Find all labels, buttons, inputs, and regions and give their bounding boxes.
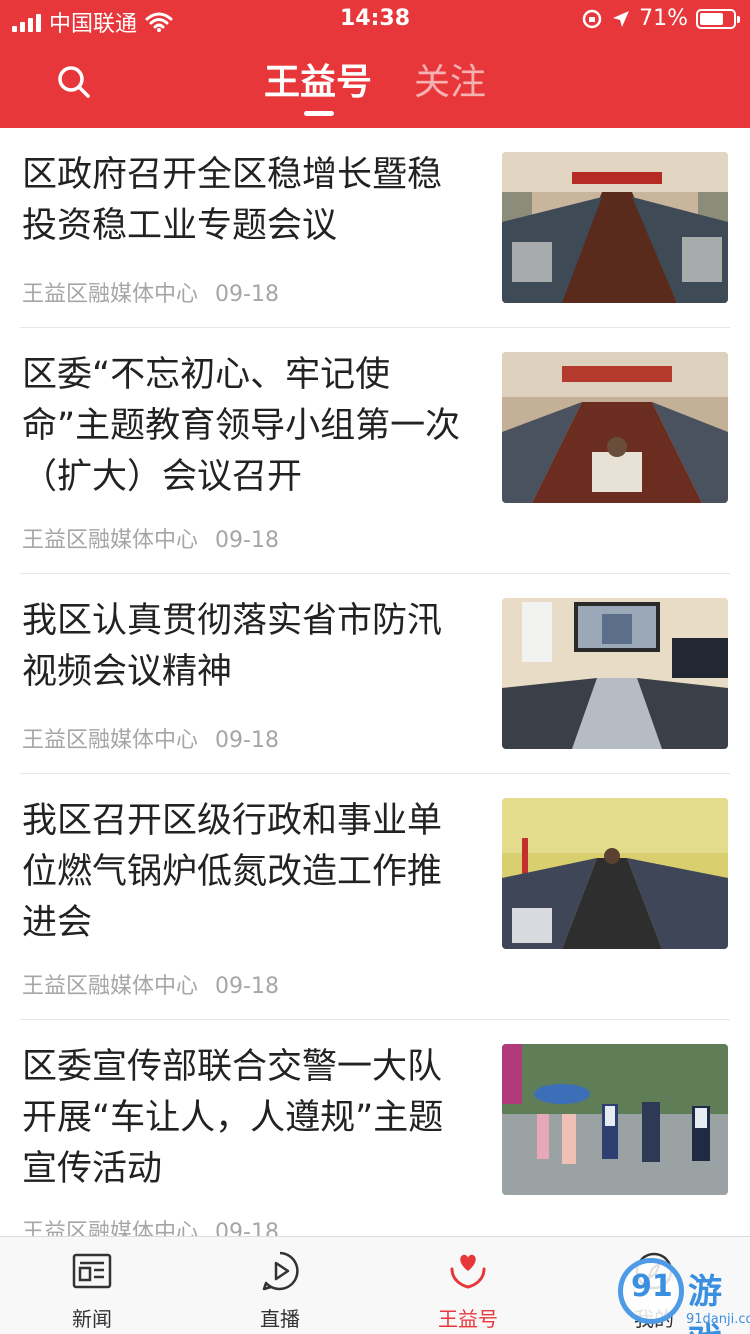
news-meta: 王益区融媒体中心 09-18 bbox=[22, 276, 279, 308]
battery-fill bbox=[700, 12, 723, 25]
news-title[interactable]: 区委“不忘初心、牢记使命”主题教育领导小组第一次（扩大）会议召开 bbox=[22, 350, 472, 503]
news-source: 王益区融媒体中心 bbox=[22, 974, 199, 999]
battery-icon bbox=[696, 8, 740, 29]
tab-wangyihao[interactable]: 王益号 bbox=[264, 58, 372, 108]
rotation-lock-icon bbox=[582, 9, 602, 28]
site-watermark: 91 游戏 91danji.com bbox=[608, 1250, 750, 1334]
nav-news[interactable]: 新闻 bbox=[32, 1249, 152, 1332]
news-item[interactable]: 我区认真贯彻落实省市防汛视频会议精神 王益区融媒体中心 09-18 bbox=[20, 574, 730, 774]
news-date: 09-18 bbox=[215, 728, 279, 753]
news-date: 09-18 bbox=[215, 282, 279, 307]
location-arrow-icon bbox=[613, 10, 630, 27]
watermark-sub: 91danji.com bbox=[686, 1312, 750, 1327]
news-thumbnail[interactable] bbox=[502, 598, 728, 749]
heart-hands-icon bbox=[450, 1254, 486, 1289]
news-meta: 王益区融媒体中心 09-18 bbox=[22, 968, 279, 1000]
status-right: 71% bbox=[581, 6, 740, 31]
news-source: 王益区融媒体中心 bbox=[22, 728, 199, 753]
news-meta: 王益区融媒体中心 09-18 bbox=[22, 522, 279, 554]
newspaper-icon bbox=[72, 1253, 112, 1289]
app-header: 中国联通 14:38 71% 王益号 关注 bbox=[0, 0, 750, 128]
news-title[interactable]: 我区召开区级行政和事业单位燃气锅炉低氮改造工作推进会 bbox=[22, 796, 472, 949]
news-source: 王益区融媒体中心 bbox=[22, 282, 199, 307]
nav-wangyihao[interactable]: 王益号 bbox=[408, 1249, 528, 1332]
news-date: 09-18 bbox=[215, 1220, 279, 1236]
news-date: 09-18 bbox=[215, 974, 279, 999]
news-title[interactable]: 区委宣传部联合交警一大队开展“车让人，人遵规”主题宣传活动 bbox=[22, 1042, 472, 1195]
news-feed[interactable]: 区政府召开全区稳增长暨稳投资稳工业专题会议 王益区融媒体中心 09-18 区委“… bbox=[0, 128, 750, 1236]
header-tabs: 王益号 关注 bbox=[0, 58, 750, 118]
news-title[interactable]: 我区认真贯彻落实省市防汛视频会议精神 bbox=[22, 596, 472, 698]
news-thumbnail[interactable] bbox=[502, 798, 728, 949]
news-item[interactable]: 区委“不忘初心、牢记使命”主题教育领导小组第一次（扩大）会议召开 王益区融媒体中… bbox=[20, 328, 730, 574]
tab-follow[interactable]: 关注 bbox=[414, 58, 486, 108]
news-meta: 王益区融媒体中心 09-18 bbox=[22, 1214, 279, 1236]
nav-live[interactable]: 直播 bbox=[220, 1249, 340, 1332]
news-source: 王益区融媒体中心 bbox=[22, 528, 199, 553]
nav-live-label: 直播 bbox=[260, 1307, 300, 1331]
news-source: 王益区融媒体中心 bbox=[22, 1220, 199, 1236]
news-thumbnail[interactable] bbox=[502, 1044, 728, 1195]
nav-news-label: 新闻 bbox=[72, 1307, 112, 1331]
play-icon bbox=[262, 1251, 299, 1291]
watermark-badge-text: 91 bbox=[631, 1269, 673, 1304]
status-bar: 中国联通 14:38 71% bbox=[0, 0, 750, 40]
news-title[interactable]: 区政府召开全区稳增长暨稳投资稳工业专题会议 bbox=[22, 150, 472, 252]
news-thumbnail[interactable] bbox=[502, 152, 728, 303]
news-item[interactable]: 区委宣传部联合交警一大队开展“车让人，人遵规”主题宣传活动 王益区融媒体中心 0… bbox=[20, 1020, 730, 1236]
watermark-badge: 91 bbox=[618, 1258, 684, 1324]
news-item[interactable]: 我区召开区级行政和事业单位燃气锅炉低氮改造工作推进会 王益区融媒体中心 09-1… bbox=[20, 774, 730, 1020]
news-meta: 王益区融媒体中心 09-18 bbox=[22, 722, 279, 754]
news-date: 09-18 bbox=[215, 528, 279, 553]
news-thumbnail[interactable] bbox=[502, 352, 728, 503]
news-item[interactable]: 区政府召开全区稳增长暨稳投资稳工业专题会议 王益区融媒体中心 09-18 bbox=[20, 128, 730, 328]
nav-wangyihao-label: 王益号 bbox=[438, 1307, 498, 1331]
battery-percent: 71% bbox=[639, 6, 688, 31]
active-tab-indicator bbox=[304, 111, 334, 116]
